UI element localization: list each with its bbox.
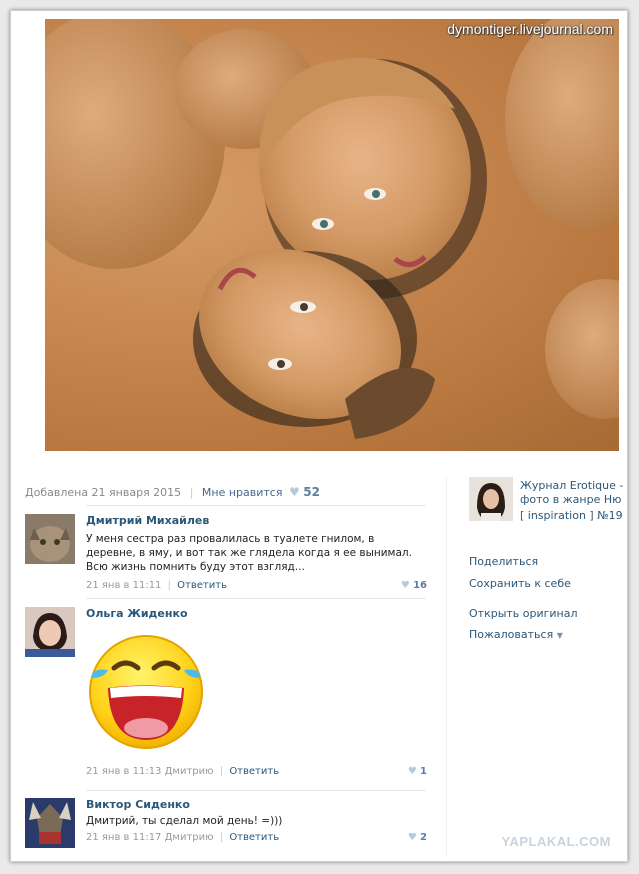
comment-like-count: 1 <box>420 766 427 777</box>
open-original-link[interactable]: Открыть оригинал <box>469 607 578 620</box>
comment-item: Дмитрий Михайлев У меня сестра раз прова… <box>25 514 427 598</box>
save-link[interactable]: Сохранить к себе <box>469 577 571 590</box>
chevron-down-icon: ▼ <box>556 631 563 640</box>
report-label: Пожаловаться <box>469 628 554 641</box>
photo-viewer-card: dymontiger.livejournal.com Добавлена 21 … <box>10 10 628 862</box>
heart-icon: ♥ <box>407 832 417 843</box>
comment-like[interactable]: ♥ 16 <box>401 580 427 591</box>
comment-date[interactable]: 21 янв в 11:13 <box>86 766 161 777</box>
added-date: Добавлена 21 января 2015 <box>25 486 182 499</box>
comment-like[interactable]: ♥ 2 <box>408 832 427 843</box>
divider <box>86 505 426 506</box>
comment-date[interactable]: 21 янв в 11:17 <box>86 832 161 843</box>
comment-date[interactable]: 21 янв в 11:11 <box>86 580 161 591</box>
reply-link[interactable]: Ответить <box>229 766 279 777</box>
like-button[interactable]: Мне нравится <box>202 486 283 499</box>
report-link[interactable]: Пожаловаться ▼ <box>469 628 563 641</box>
comment-text: Дмитрий, ты сделал мой день! =))) <box>86 815 283 827</box>
divider <box>86 790 426 791</box>
album-tag-link[interactable]: inspiration <box>528 509 586 522</box>
like-count: 52 <box>303 485 320 499</box>
comment-footer: 21 янв в 11:13 Дмитрию | Ответить ♥ 1 <box>86 766 427 777</box>
comment-text: У меня сестра раз провалилась в туалете … <box>86 533 412 573</box>
comment-like-count: 16 <box>413 580 427 591</box>
comment-item: Ольга Жиденко 21 янв в 11:13 Дмитрию | О… <box>25 607 427 787</box>
share-link[interactable]: Поделиться <box>469 555 538 568</box>
album-thumbnail[interactable] <box>469 477 513 521</box>
avatar[interactable] <box>25 798 75 848</box>
comment-author[interactable]: Ольга Жиденко <box>86 607 427 620</box>
reply-to[interactable]: Дмитрию <box>165 832 214 843</box>
meta-separator: | <box>189 486 194 499</box>
divider <box>86 598 426 599</box>
heart-icon: ♥ <box>407 766 417 777</box>
avatar[interactable] <box>25 607 75 657</box>
footer-separator: | <box>167 580 171 591</box>
crying-laughing-emoji-icon <box>86 628 216 758</box>
footer-separator: | <box>219 832 224 843</box>
comment-author[interactable]: Дмитрий Михайлев <box>86 514 427 527</box>
album-tag: [ inspiration ] №19 <box>520 509 623 522</box>
site-watermark: YAPLAKAL.COM <box>501 834 611 849</box>
heart-icon: ♥ <box>400 580 410 591</box>
footer-separator: | <box>219 766 224 777</box>
album-number[interactable]: №19 <box>597 509 622 522</box>
avatar[interactable] <box>25 514 75 564</box>
reply-link[interactable]: Ответить <box>177 580 227 591</box>
comment-author[interactable]: Виктор Сиденко <box>86 798 427 811</box>
comment-item: Виктор Сиденко Дмитрий, ты сделал мой де… <box>25 798 427 854</box>
sidebar-divider <box>446 477 447 857</box>
photo-illustration <box>45 19 619 439</box>
album-title[interactable]: Журнал Erotique - фото в жанре Ню <box>520 479 630 507</box>
comment-like-count: 2 <box>420 832 427 843</box>
photo-meta: Добавлена 21 января 2015 | Мне нравится … <box>25 485 320 499</box>
main-photo[interactable]: dymontiger.livejournal.com <box>45 19 619 451</box>
reply-link[interactable]: Ответить <box>229 832 279 843</box>
reply-to[interactable]: Дмитрию <box>165 766 214 777</box>
comment-footer: 21 янв в 11:11 | Ответить ♥ 16 <box>86 580 427 591</box>
heart-icon: ♥ <box>288 485 300 499</box>
comment-footer: 21 янв в 11:17 Дмитрию | Ответить ♥ 2 <box>86 832 427 843</box>
comment-like[interactable]: ♥ 1 <box>408 766 427 777</box>
photo-watermark: dymontiger.livejournal.com <box>447 21 613 37</box>
